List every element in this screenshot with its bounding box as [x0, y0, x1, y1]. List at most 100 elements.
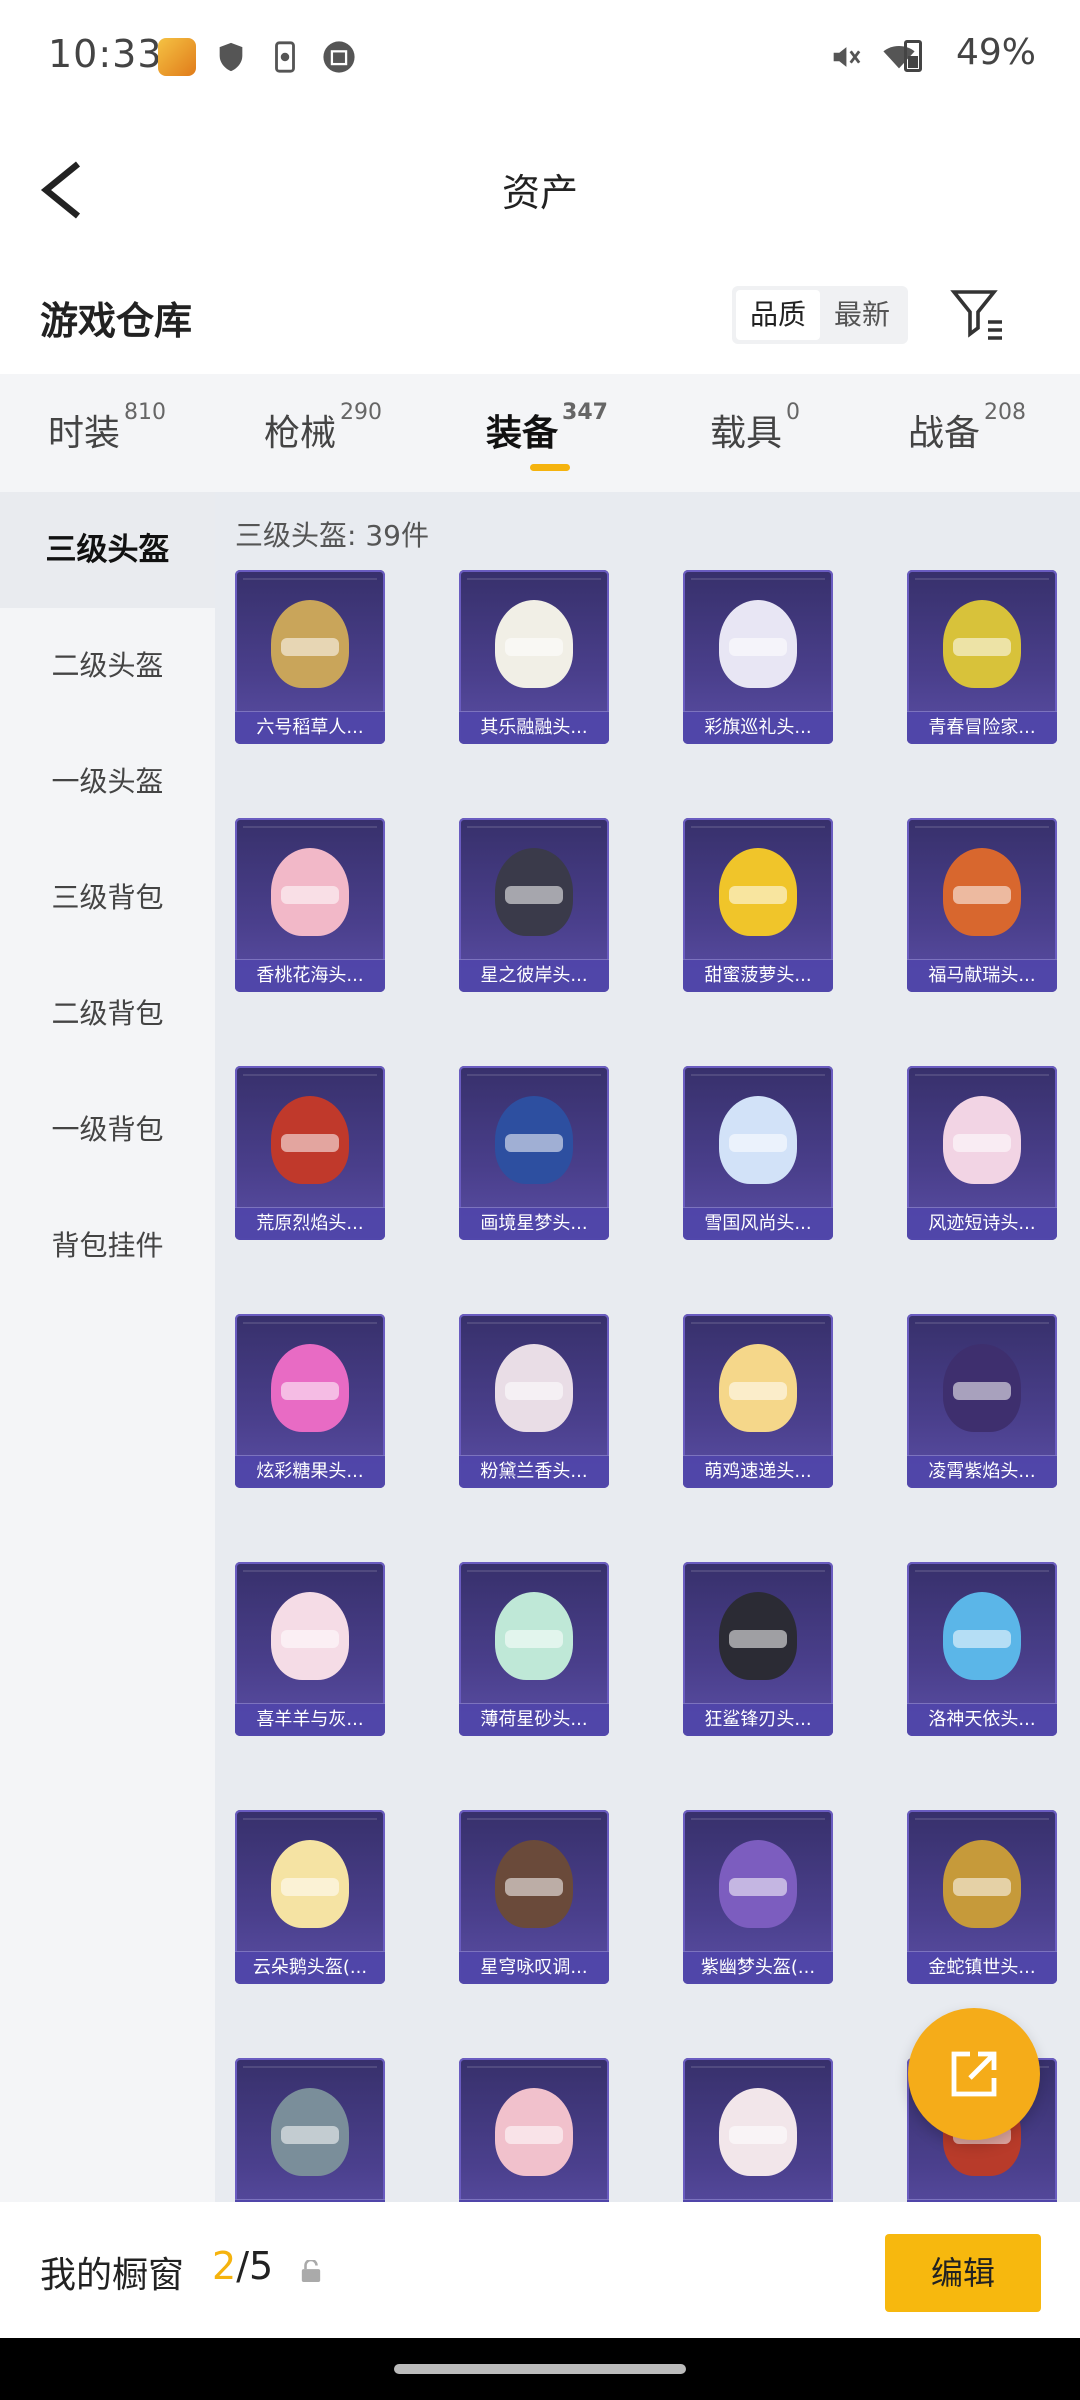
helmet-image: [271, 1344, 349, 1432]
sidebar: 三级头盔 二级头盔 一级头盔 三级背包 二级背包 一级背包 背包挂件: [0, 492, 215, 2202]
edit-button[interactable]: 编辑: [885, 2234, 1041, 2312]
helmet-image: [271, 2088, 349, 2176]
item-card[interactable]: 金蛇镇世头...: [907, 1810, 1057, 1984]
item-name: 粉黛兰香头...: [459, 1455, 609, 1488]
page-title: 资产: [501, 171, 578, 215]
item-card[interactable]: 星之彼岸头...: [459, 818, 609, 992]
helmet-image: [943, 600, 1021, 688]
sort-toggle: 品质 最新: [732, 286, 908, 344]
top-header: 资产: [0, 140, 1080, 240]
helmet-image: [719, 1592, 797, 1680]
tab-vehicles[interactable]: 载具0: [710, 400, 800, 456]
item-card[interactable]: 彩旗巡礼头...: [683, 570, 833, 744]
item-name: 薄荷星砂头...: [459, 1703, 609, 1736]
item-card[interactable]: 画境星梦头...: [459, 1066, 609, 1240]
helmet-image: [271, 848, 349, 936]
item-name: 其乐融融头...: [459, 711, 609, 744]
helmet-image: [495, 1344, 573, 1432]
item-card[interactable]: 炫彩糖果头...: [235, 1314, 385, 1488]
helmet-image: [943, 1592, 1021, 1680]
item-name: 星之彼岸头...: [459, 959, 609, 992]
status-bar: 10:33 49%: [0, 0, 1080, 112]
item-card[interactable]: 薄荷星砂头...: [459, 1562, 609, 1736]
helmet-image: [719, 600, 797, 688]
warehouse-title: 游戏仓库: [40, 299, 193, 343]
item-name: 洛神天依头...: [907, 1703, 1057, 1736]
helmet-image: [495, 600, 573, 688]
item-name: 彩旗巡礼头...: [683, 711, 833, 744]
sort-newest-button[interactable]: 最新: [820, 290, 904, 340]
item-card[interactable]: 福马献瑞头...: [907, 818, 1057, 992]
battery-icon: [904, 40, 922, 72]
sidebar-item-level2-helmet[interactable]: 二级头盔: [0, 608, 215, 724]
sidebar-item-level2-backpack[interactable]: 二级背包: [0, 956, 215, 1072]
item-card[interactable]: 风迹短诗头...: [907, 1066, 1057, 1240]
item-name: 星穹咏叹调...: [459, 1951, 609, 1984]
home-gesture-handle[interactable]: [394, 2364, 686, 2374]
showcase-label: 我的橱窗: [40, 2255, 185, 2296]
item-name: 香桃花海头...: [235, 959, 385, 992]
item-card[interactable]: 其乐融融头...: [459, 570, 609, 744]
item-card[interactable]: 粉黛兰香头...: [459, 1314, 609, 1488]
tab-equipment[interactable]: 装备347: [486, 400, 608, 456]
app-notification-icon: [158, 38, 196, 76]
status-time: 10:33: [48, 32, 163, 76]
item-card[interactable]: 雪国风尚头...: [683, 1066, 833, 1240]
item-card[interactable]: 六号稻草人...: [235, 570, 385, 744]
item-card[interactable]: 云朵鹅头盔(...: [235, 1810, 385, 1984]
helmet-image: [271, 600, 349, 688]
lock-icon: [301, 2260, 321, 2282]
filter-icon[interactable]: [950, 286, 1006, 342]
item-name: 喜羊羊与灰...: [235, 1703, 385, 1736]
item-card[interactable]: 凌霄紫焰头...: [907, 1314, 1057, 1488]
item-name: 紫幽梦头盔(...: [683, 1951, 833, 1984]
sidebar-item-backpack-charm[interactable]: 背包挂件: [0, 1188, 215, 1304]
helmet-image: [271, 1096, 349, 1184]
item-card[interactable]: 喜羊羊与灰...: [235, 1562, 385, 1736]
item-card[interactable]: 萌鸡速递头...: [683, 1314, 833, 1488]
helmet-image: [495, 848, 573, 936]
shield-icon: [219, 42, 243, 72]
sidebar-item-level1-backpack[interactable]: 一级背包: [0, 1072, 215, 1188]
sidebar-item-level1-helmet[interactable]: 一级头盔: [0, 724, 215, 840]
item-card[interactable]: 甜蜜菠萝头...: [683, 818, 833, 992]
item-name: 云朵鹅头盔(...: [235, 1951, 385, 1984]
share-fab-button[interactable]: [908, 2008, 1040, 2140]
sort-quality-button[interactable]: 品质: [736, 290, 820, 340]
item-card[interactable]: 紫幽梦头盔(...: [683, 1810, 833, 1984]
item-card[interactable]: 荒原烈焰头...: [235, 1066, 385, 1240]
item-card[interactable]: 狂鲨锋刃头...: [683, 1562, 833, 1736]
sidebar-item-level3-backpack[interactable]: 三级背包: [0, 840, 215, 956]
mute-icon: [833, 47, 861, 67]
item-card[interactable]: 星穹咏叹调...: [459, 1810, 609, 1984]
item-card[interactable]: 洛神天依头...: [907, 1562, 1057, 1736]
item-card[interactable]: 香桃花海头...: [235, 818, 385, 992]
helmet-image: [495, 1592, 573, 1680]
item-card[interactable]: 青春冒险家...: [907, 570, 1057, 744]
item-card[interactable]: [459, 2058, 609, 2202]
item-card[interactable]: [683, 2058, 833, 2202]
showcase-count: 2/5: [212, 2244, 274, 2288]
phone-sync-icon: [275, 41, 295, 73]
tab-supplies[interactable]: 战备208: [908, 400, 1026, 456]
category-count-label: 三级头盔: 39件: [235, 519, 429, 552]
battery-percent: 49%: [955, 32, 1036, 73]
helmet-image: [719, 1344, 797, 1432]
item-name: 金蛇镇世头...: [907, 1951, 1057, 1984]
tab-guns[interactable]: 枪械290: [264, 400, 382, 456]
share-icon: [951, 2051, 997, 2097]
item-name: 画境星梦头...: [459, 1207, 609, 1240]
item-name: 雪国风尚头...: [683, 1207, 833, 1240]
item-name: 六号稻草人...: [235, 711, 385, 744]
helmet-image: [719, 1096, 797, 1184]
helmet-image: [943, 1096, 1021, 1184]
helmet-image: [495, 2088, 573, 2176]
item-name: 福马献瑞头...: [907, 959, 1057, 992]
helmet-image: [495, 1840, 573, 1928]
item-name: 风迹短诗头...: [907, 1207, 1057, 1240]
system-nav-bar: [0, 2338, 1080, 2400]
tab-fashion[interactable]: 时装810: [48, 400, 166, 456]
item-name: 甜蜜菠萝头...: [683, 959, 833, 992]
sidebar-item-level3-helmet[interactable]: 三级头盔: [0, 492, 215, 608]
item-card[interactable]: [235, 2058, 385, 2202]
